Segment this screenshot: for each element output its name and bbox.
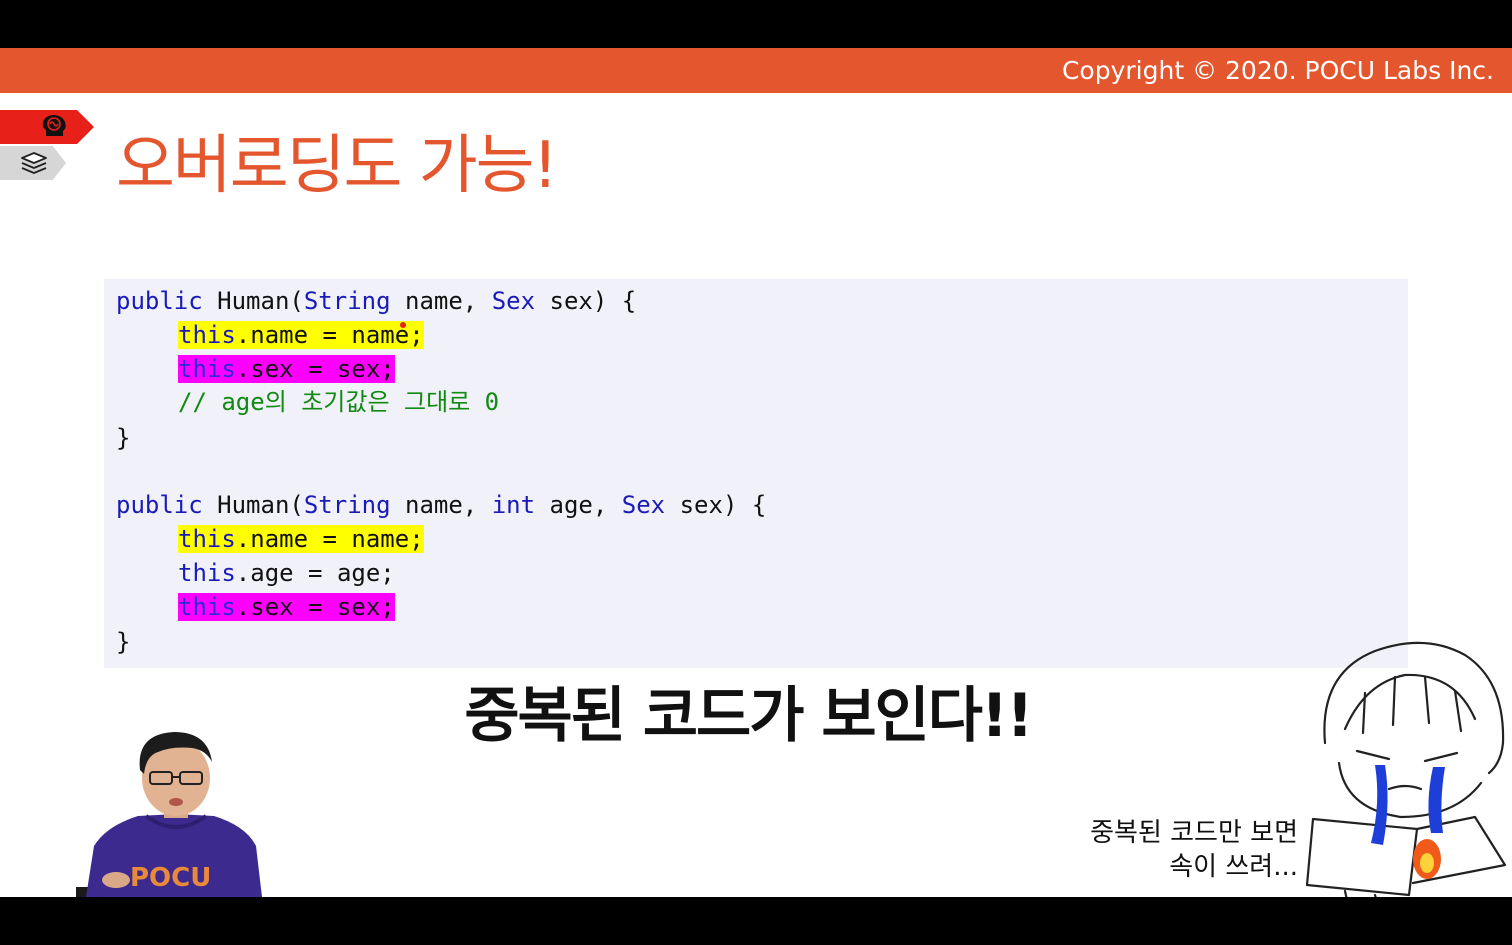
header-band: Copyright © 2020. POCU Labs Inc.	[0, 48, 1512, 93]
brain-icon	[42, 115, 66, 136]
code-keyword: Sex	[491, 287, 536, 315]
code-comment: // age의 초기값은 그대로 0	[178, 388, 500, 416]
highlight-yellow: this.name = name;	[178, 525, 424, 553]
video-letterbox-bottom	[0, 897, 1512, 945]
code-keyword: public	[116, 491, 203, 519]
shirt-logo: POCU	[130, 863, 211, 893]
presenter-video: POCU	[76, 732, 262, 897]
code-text: }	[116, 628, 131, 656]
code-text: sex) {	[535, 287, 637, 315]
code-keyword: Sex	[621, 491, 666, 519]
code-line: this.age = age;	[116, 556, 395, 590]
code-keyword: this	[178, 525, 236, 553]
books-icon	[21, 152, 47, 174]
highlight-magenta: this.sex = sex;	[178, 593, 395, 621]
code-keyword: this	[178, 593, 236, 621]
slide-title: 오버로딩도 가능!	[116, 129, 558, 203]
code-keyword: public	[116, 287, 203, 315]
code-text: Human(	[202, 491, 304, 519]
code-keyword: this	[178, 355, 236, 383]
code-line: this.sex = sex;	[116, 590, 395, 624]
code-text: name,	[390, 491, 492, 519]
video-letterbox-top	[0, 0, 1512, 48]
code-line: // age의 초기값은 그대로 0	[116, 385, 499, 419]
code-text: }	[116, 424, 131, 452]
code-line: }	[116, 625, 130, 659]
code-text: age,	[535, 491, 622, 519]
code-line: public Human(String name, int age, Sex s…	[116, 488, 766, 522]
code-keyword: int	[491, 491, 536, 519]
code-keyword: this	[178, 321, 236, 349]
code-text: .name = name;	[235, 525, 424, 553]
highlight-magenta: this.sex = sex;	[178, 355, 395, 383]
slide: Copyright © 2020. POCU Labs Inc. 오버로딩도 가…	[0, 48, 1512, 897]
copyright-text: Copyright © 2020. POCU Labs Inc.	[1061, 56, 1494, 85]
code-text: .name = name;	[235, 321, 424, 349]
code-line: }	[116, 421, 130, 455]
code-line: this.name = name;	[116, 318, 424, 352]
side-caption-line-2: 속이 쓰려...	[1169, 852, 1298, 882]
code-text: sex) {	[665, 491, 767, 519]
crying-cartoon-illustration	[1305, 641, 1507, 897]
code-keyword: String	[303, 287, 391, 315]
code-line: this.name = name;	[116, 522, 424, 556]
side-caption: 중복된 코드만 보면 속이 쓰려...	[1090, 816, 1298, 884]
code-block: public Human(String name, Sex sex) { thi…	[104, 279, 1408, 668]
code-keyword: this	[178, 559, 236, 587]
code-text: .age = age;	[235, 559, 395, 587]
code-keyword: String	[303, 491, 391, 519]
code-text: Human(	[202, 287, 304, 315]
code-text: .sex = sex;	[235, 355, 395, 383]
pointer-dot	[400, 322, 406, 328]
main-caption-text: 중복된 코드가 보인다!!	[464, 681, 1033, 751]
code-line: public Human(String name, Sex sex) {	[116, 284, 636, 318]
code-line: this.sex = sex;	[116, 352, 395, 386]
side-caption-line-1: 중복된 코드만 보면	[1090, 818, 1298, 848]
highlight-yellow: this.name = name;	[178, 321, 424, 349]
code-text: name,	[390, 287, 492, 315]
code-text: .sex = sex;	[235, 593, 395, 621]
